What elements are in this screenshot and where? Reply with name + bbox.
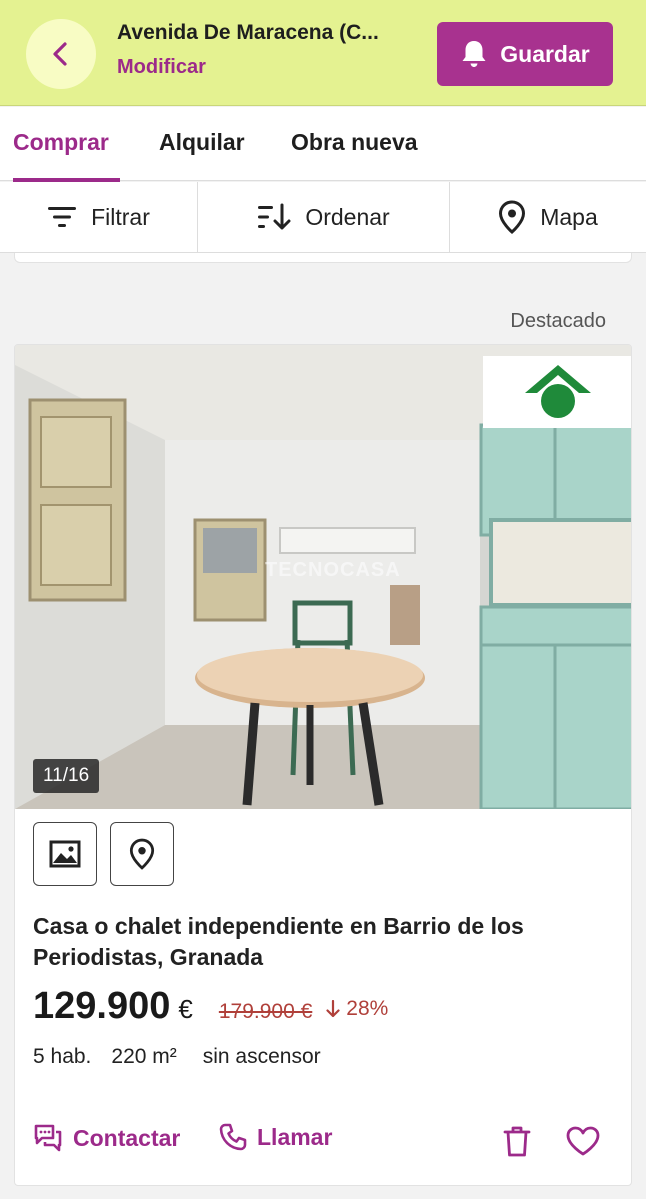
modify-search-link[interactable]: Modificar (117, 55, 417, 79)
image-icon (49, 840, 81, 868)
listing-price: 129.900 (33, 985, 171, 1027)
call-label: Llamar (257, 1123, 333, 1150)
filter-label: Filtrar (91, 203, 150, 230)
listing-card[interactable]: TECNOCASA 11/16 Casa o chalet independie… (14, 344, 632, 1186)
feature-area: 220 m² (111, 1045, 177, 1068)
chat-icon (34, 1124, 62, 1152)
listing-photo[interactable]: TECNOCASA 11/16 (15, 345, 631, 809)
map-pin-icon (499, 200, 526, 234)
trash-icon (503, 1126, 531, 1157)
bell-icon (462, 41, 486, 67)
tab-alquilar[interactable]: Alquilar (159, 129, 245, 155)
results-toolbar: Filtrar Ordenar Mapa (0, 182, 646, 253)
tab-comprar[interactable]: Comprar (13, 129, 109, 155)
listing-actions: Contactar Llamar (33, 1123, 615, 1157)
agency-logo-icon (525, 365, 591, 418)
sort-icon (258, 203, 291, 230)
price-currency: € (178, 994, 193, 1024)
listing-title[interactable]: Casa o chalet independiente en Barrio de… (33, 911, 618, 973)
heart-icon (566, 1126, 600, 1156)
contact-label: Contactar (73, 1124, 181, 1151)
call-button[interactable]: Llamar (219, 1123, 332, 1151)
price-row: 129.900 € 179.900 € 28% (33, 985, 388, 1035)
sort-button[interactable]: Ordenar (198, 182, 449, 252)
phone-icon (219, 1123, 247, 1151)
operation-tabs: Comprar Alquilar Obra nueva (0, 107, 646, 182)
contact-button[interactable]: Contactar (33, 1123, 180, 1153)
back-button[interactable] (26, 19, 96, 89)
discard-button[interactable] (499, 1123, 535, 1159)
search-summary: Avenida De Maracena (C... Modificar (117, 20, 417, 79)
photo-counter: 11/16 (33, 759, 100, 793)
location-button[interactable] (110, 822, 174, 886)
feature-elevator: sin ascensor (202, 1045, 321, 1068)
search-location-title: Avenida De Maracena (C... (117, 21, 379, 44)
map-button[interactable]: Mapa (450, 182, 646, 252)
previous-card-edge (14, 253, 632, 263)
arrow-down-icon (326, 1000, 340, 1018)
photo-watermark: TECNOCASA (265, 559, 401, 581)
price-drop-percent: 28% (346, 997, 389, 1020)
featured-label: Destacado (510, 310, 606, 332)
save-search-button[interactable]: Guardar (437, 22, 613, 86)
gallery-button[interactable] (33, 822, 97, 886)
location-icon (129, 838, 155, 870)
listing-features: 5 hab. 220 m² sin ascensor (33, 1045, 341, 1069)
feature-rooms: 5 hab. (33, 1045, 92, 1068)
save-search-label: Guardar (500, 40, 590, 67)
filter-icon (48, 207, 77, 227)
filter-button[interactable]: Filtrar (0, 182, 197, 252)
old-price: 179.900 € (218, 1000, 313, 1023)
price-drop: 28% (326, 997, 388, 1021)
agency-logo[interactable] (483, 356, 631, 428)
map-label: Mapa (540, 203, 598, 230)
sort-label: Ordenar (305, 203, 390, 230)
favorite-button[interactable] (563, 1123, 603, 1159)
top-bar: Avenida De Maracena (C... Modificar Guar… (0, 0, 646, 106)
tab-obra-nueva[interactable]: Obra nueva (291, 129, 418, 155)
chevron-left-icon (53, 42, 67, 66)
